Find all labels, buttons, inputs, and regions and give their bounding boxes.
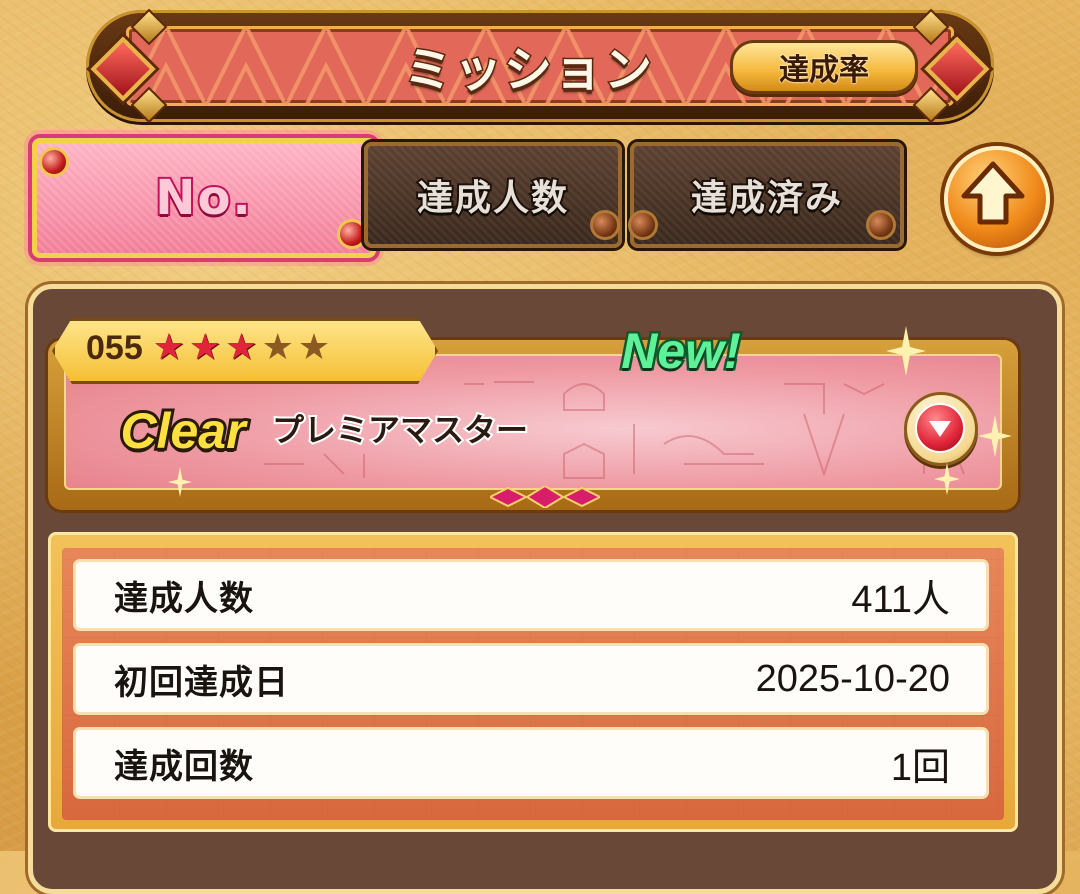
tab-completed-label: 達成済み: [689, 176, 843, 221]
star-filled-icon: ★: [152, 327, 186, 368]
tab-number[interactable]: No.: [32, 138, 376, 258]
stat-value: 2025-10-20: [755, 657, 950, 700]
tab-completed[interactable]: 達成済み: [628, 142, 904, 248]
clear-badge: Clear: [117, 400, 248, 462]
tab-number-label: No.: [153, 168, 253, 228]
stat-row-achievers: 達成人数 411人: [76, 562, 986, 628]
mission-number: 055: [86, 328, 143, 367]
scroll-up-button[interactable]: [944, 146, 1050, 252]
rate-button-label: 達成率: [779, 53, 869, 88]
tab-gem-icon: [590, 210, 620, 240]
tab-gem-icon: [39, 147, 69, 177]
star-filled-icon: ★: [225, 327, 258, 368]
achievement-rate-button[interactable]: 達成率: [730, 40, 918, 94]
stat-label: 達成回数: [114, 746, 254, 787]
stat-value: 411人: [851, 578, 950, 621]
star-empty-icon: ★: [297, 327, 331, 368]
stat-row-first-date: 初回達成日 2025-10-20: [76, 646, 986, 712]
stat-label: 初回達成日: [114, 662, 289, 703]
sparkle-icon: [934, 462, 960, 496]
star-filled-icon: ★: [189, 327, 222, 368]
tab-gem-icon: [628, 210, 658, 240]
arrow-up-icon: [961, 161, 1025, 225]
triangle-down-icon: [929, 421, 951, 437]
tab-achievers-label: 達成人数: [415, 176, 569, 221]
expand-button-core: [915, 403, 965, 453]
stat-row-count: 達成回数 1回: [76, 730, 986, 796]
stat-label: 達成人数: [114, 578, 254, 619]
star-empty-icon: ★: [261, 327, 294, 368]
page-title: ミッション: [403, 41, 655, 100]
tab-achievers[interactable]: 達成人数: [364, 142, 622, 248]
sparkle-icon: [978, 414, 1012, 458]
mission-title: プレミアマスター: [270, 409, 530, 451]
gem-ornament-icon: [490, 486, 600, 508]
new-badge: New!: [619, 321, 743, 382]
tab-gem-icon: [337, 219, 367, 249]
mission-number-row: 055 ★ ★ ★ ★ ★: [60, 324, 420, 372]
stat-value: 1回: [890, 746, 950, 789]
tab-gem-icon: [866, 210, 896, 240]
sparkle-icon: [168, 467, 192, 497]
expand-button[interactable]: [904, 392, 978, 466]
sparkle-icon: [886, 326, 926, 376]
